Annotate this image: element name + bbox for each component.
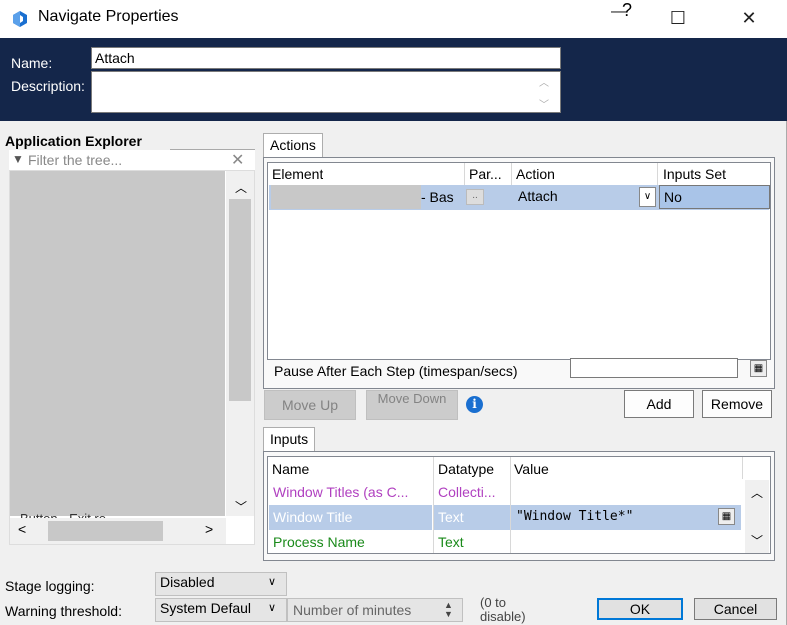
scroll-down-arrow-icon[interactable]: ﹀ <box>751 532 763 549</box>
actions-panel: Element Par... Action Inputs Set - Bas .… <box>263 157 775 389</box>
calculator-icon[interactable]: ▦ <box>750 360 767 377</box>
actions-grid[interactable]: Element Par... Action Inputs Set - Bas .… <box>267 162 771 360</box>
clear-filter-icon[interactable]: ✕ <box>231 150 244 170</box>
disable-hint: (0 to disable) <box>480 596 526 624</box>
tree-item-partial[interactable]: Button - Exit re... <box>20 508 225 518</box>
inputs-panel: Name Datatype Value Window Titles (as C.… <box>263 451 775 561</box>
help-icon: ? <box>622 0 633 20</box>
col-sep <box>657 163 658 185</box>
info-icon[interactable]: i <box>466 396 483 413</box>
warning-threshold-label: Warning threshold: <box>5 603 122 619</box>
add-button[interactable]: Add <box>624 390 694 418</box>
warning-threshold-select[interactable]: System Defaul ∨ <box>155 598 287 622</box>
scroll-right-arrow-icon[interactable]: > <box>205 521 213 537</box>
scroll-up-arrow-icon[interactable]: ︿ <box>235 179 247 196</box>
element-redacted <box>271 185 421 209</box>
description-label: Description: <box>11 78 85 94</box>
explorer-hscrollbar[interactable]: < > <box>10 518 226 544</box>
stage-logging-value: Disabled <box>160 574 215 590</box>
move-up-button[interactable]: Move Up <box>264 390 356 420</box>
name-input[interactable]: Attach <box>91 47 561 69</box>
scroll-down-arrow-icon[interactable]: ﹀ <box>235 498 247 515</box>
filter-tree-input[interactable]: ▼ Filter the tree... ✕ <box>9 150 255 170</box>
chevron-down-icon: ∨ <box>268 601 277 614</box>
expression-calculator-icon[interactable]: ▦ <box>718 508 735 525</box>
window-title-value[interactable]: "Window Title*" <box>516 509 633 524</box>
explorer-vscrollbar[interactable]: ︿ ﹀ <box>226 171 254 516</box>
name-label: Name: <box>11 55 53 71</box>
description-input[interactable] <box>91 71 561 113</box>
move-down-button[interactable]: Move Down <box>366 390 458 420</box>
chevron-down-icon: ∨ <box>268 576 277 588</box>
scroll-up-icon[interactable]: ︿ <box>539 74 549 89</box>
col-action-header[interactable]: Action <box>516 166 555 182</box>
scroll-left-arrow-icon[interactable]: < <box>18 521 26 537</box>
col-sep <box>464 163 465 185</box>
action-select[interactable]: Attach ∨ <box>513 185 659 209</box>
col-params-header[interactable]: Par... <box>469 166 502 182</box>
tab-inputs[interactable]: Inputs <box>263 427 316 452</box>
col-name-header[interactable]: Name <box>272 461 309 477</box>
action-row-element: - Bas <box>421 189 454 205</box>
properties-header: Name: Attach Description: ︿ ﹀ <box>0 38 787 121</box>
action-row[interactable]: - Bas .. Attach ∨ No <box>269 185 770 210</box>
input-row-name: Window Titles (as C... <box>273 484 409 500</box>
scroll-up-arrow-icon[interactable]: ︿ <box>751 484 763 501</box>
col-element-header[interactable]: Element <box>272 166 323 182</box>
close-icon: ✕ <box>741 8 757 28</box>
title-bar: Navigate Properties — ? ☐ ✕ <box>0 0 787 38</box>
warning-threshold-value: System Defaul <box>160 600 252 616</box>
inputs-set-value: No <box>664 189 682 205</box>
chevron-down-icon[interactable]: ∨ <box>639 187 656 207</box>
action-select-value: Attach <box>518 188 558 204</box>
explorer-hscroll-thumb[interactable] <box>48 521 163 541</box>
value-cell[interactable]: "Window Title*" ▦ <box>511 505 741 530</box>
params-ellipsis-button[interactable]: .. <box>466 189 484 205</box>
input-row-name: Process Name <box>273 534 365 550</box>
explorer-tree-redacted <box>10 171 225 516</box>
inputs-vscrollbar[interactable]: ︿ ﹀ <box>745 480 769 553</box>
minimize-button[interactable]: — <box>596 0 642 38</box>
navigate-properties-window: Navigate Properties — ? ☐ ✕ Name: Attach… <box>0 0 787 625</box>
ok-button[interactable]: OK <box>597 598 683 620</box>
inputs-grid[interactable]: Name Datatype Value Window Titles (as C.… <box>267 456 771 554</box>
col-sep <box>742 457 743 479</box>
input-row-window-titles[interactable]: Window Titles (as C... Collecti... <box>269 480 741 505</box>
col-datatype-header[interactable]: Datatype <box>438 461 494 477</box>
input-row-window-title[interactable]: Window Title Text "Window Title*" ▦ <box>269 505 741 530</box>
application-explorer-title: Application Explorer <box>5 133 142 149</box>
explorer-vscroll-thumb[interactable] <box>229 199 251 401</box>
app-icon <box>13 11 27 27</box>
pause-input[interactable] <box>570 358 738 378</box>
input-row-datatype: Collecti... <box>438 484 496 500</box>
window-title: Navigate Properties <box>38 8 179 25</box>
maximize-button[interactable]: ☐ <box>655 0 701 38</box>
stepper-icon[interactable]: ▲ ▼ <box>444 601 453 619</box>
minutes-placeholder: Number of minutes <box>293 602 412 618</box>
remove-button[interactable]: Remove <box>702 390 772 418</box>
inputs-set-cell[interactable]: No <box>659 185 770 209</box>
col-sep <box>511 163 512 185</box>
filter-placeholder: Filter the tree... <box>28 152 123 168</box>
input-row-name: Window Title <box>273 509 353 525</box>
explorer-tree[interactable]: Button - Exit re... ︿ ﹀ < > <box>9 170 255 545</box>
pause-label: Pause After Each Step (timespan/secs) <box>274 363 518 379</box>
scroll-down-icon[interactable]: ﹀ <box>539 96 549 111</box>
tab-actions[interactable]: Actions <box>263 133 323 158</box>
input-row-process-name[interactable]: Process Name Text <box>269 530 741 554</box>
filter-icon: ▼ <box>12 152 24 166</box>
help-button[interactable]: ? <box>622 0 632 21</box>
col-inputs-set-header[interactable]: Inputs Set <box>663 166 726 182</box>
maximize-icon: ☐ <box>669 8 687 28</box>
stage-logging-label: Stage logging: <box>5 578 95 594</box>
input-row-datatype: Text <box>438 534 464 550</box>
input-row-datatype: Text <box>438 509 464 525</box>
cancel-button[interactable]: Cancel <box>694 598 777 620</box>
col-value-header[interactable]: Value <box>514 461 549 477</box>
close-button[interactable]: ✕ <box>726 0 772 38</box>
minutes-input[interactable]: Number of minutes ▲ ▼ <box>287 598 463 622</box>
stage-logging-select[interactable]: Disabled ∨ <box>155 572 287 596</box>
